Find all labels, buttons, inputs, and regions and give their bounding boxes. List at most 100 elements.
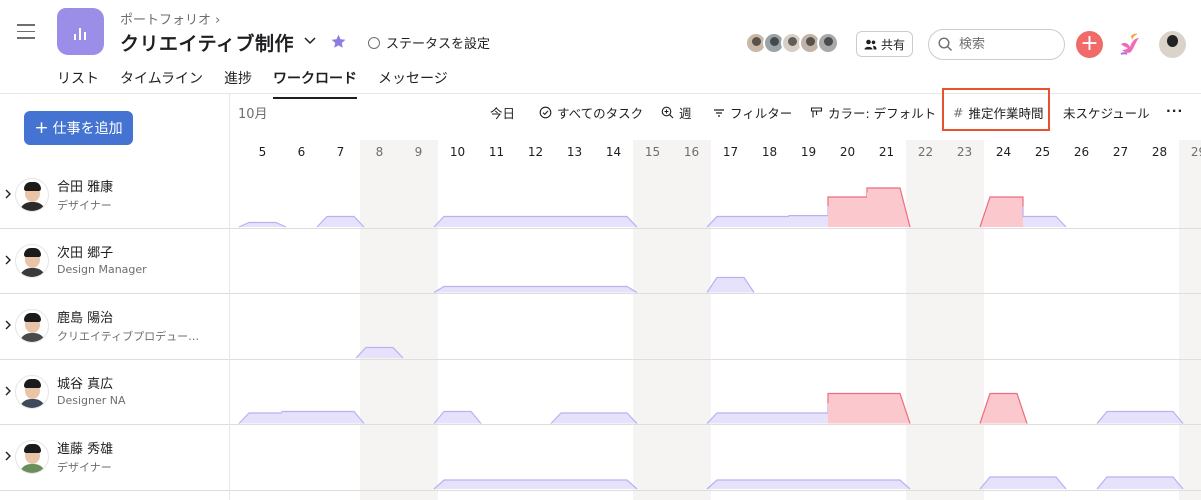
person-role: Design Manager [57,262,147,276]
workload-bar[interactable] [434,286,477,293]
person-row[interactable]: 次田 郷子 Design Manager [0,229,229,294]
workload-bar[interactable] [707,216,750,228]
workload-bar[interactable] [434,480,477,489]
workload-bar[interactable] [321,411,364,424]
person-row[interactable]: 進藤 秀雄 デザイナー [0,425,229,490]
share-button[interactable]: 共有 [856,31,913,57]
breadcrumb[interactable]: ポートフォリオ › [120,9,220,28]
tab-1[interactable]: タイムライン [120,68,203,99]
status-button[interactable]: ステータスを設定 [368,33,490,52]
avatar[interactable] [15,374,49,409]
chevron-right-icon[interactable] [3,318,13,332]
workload-bar[interactable] [980,393,1027,424]
person-name: 城谷 真広 [57,376,114,392]
workload-bar[interactable] [282,411,321,424]
workload-bar[interactable] [750,216,789,227]
search-box[interactable] [928,29,1065,60]
avatar[interactable] [15,178,49,212]
workload-bar[interactable] [594,216,637,228]
workload-bar[interactable] [516,216,555,228]
workload-bar[interactable] [239,412,282,424]
workload-bar[interactable] [789,206,828,227]
workload-bar[interactable] [555,216,594,228]
unscheduled-button[interactable]: 未スケジュール [1063,103,1150,122]
chevron-right-icon[interactable] [3,449,13,463]
user-avatar[interactable] [1159,31,1186,58]
day-label: 11 [488,145,505,159]
workload-bar[interactable] [594,413,637,424]
person-row[interactable]: 合田 雅康 デザイナー [0,163,229,228]
workload-bar[interactable] [555,286,594,293]
workload-bar[interactable] [750,480,789,489]
bird-logo-icon[interactable] [1117,30,1141,58]
workload-bar[interactable] [1140,411,1183,424]
workload-bar[interactable] [477,480,516,489]
workload-bar[interactable] [1097,411,1140,424]
tab-0[interactable]: リスト [57,68,99,99]
day-label: 20 [839,145,856,159]
workload-bar[interactable] [1140,477,1183,489]
page-title: クリエイティブ制作 [120,33,294,55]
workload-bar[interactable] [317,216,364,228]
today-button[interactable]: 今日 [490,103,515,122]
chevron-right-icon[interactable] [3,384,13,398]
avatar[interactable] [15,309,49,343]
workload-bar[interactable] [828,393,867,424]
workload-bar[interactable] [516,286,555,293]
zoom-week-button[interactable]: 週 [661,103,692,122]
color-button[interactable]: カラー: デフォルト [810,103,936,122]
workload-bar[interactable] [434,216,477,228]
workload-bar[interactable] [1097,477,1140,489]
avatar[interactable] [15,243,49,278]
day-label: 9 [414,145,423,159]
workload-bar[interactable] [555,480,594,489]
workload-bar[interactable] [750,413,789,424]
avatar[interactable] [817,32,839,54]
filter-button[interactable]: フィルター [713,103,792,122]
workload-bar[interactable] [980,197,1023,227]
person-row[interactable]: 鹿島 陽治 クリエイティブプロデュー… [0,294,229,359]
workload-bar[interactable] [707,277,754,293]
workload-bar[interactable] [707,480,750,489]
day-label: 18 [761,145,778,159]
add-task-label: 仕事を追加 [52,121,123,137]
star-icon[interactable] [330,33,347,50]
chevron-down-icon[interactable] [303,33,317,47]
member-avatars[interactable] [745,32,839,54]
workload-bar[interactable] [707,413,750,424]
workload-bar[interactable] [867,393,910,424]
workload-bar[interactable] [867,188,910,227]
tab-3[interactable]: ワークロード [273,68,358,99]
tab-4[interactable]: メッセージ [378,68,448,99]
workload-bar[interactable] [356,347,403,359]
chevron-right-icon[interactable] [3,253,13,267]
workload-bar[interactable] [980,477,1023,489]
workload-bar[interactable] [516,480,555,489]
more-options-icon[interactable]: ··· [1166,103,1183,118]
person-role: デザイナー [57,199,112,212]
workload-bar[interactable] [1023,477,1066,489]
day-label: 24 [995,145,1012,159]
day-label: 22 [917,145,934,159]
workload-bar[interactable] [789,480,828,489]
workload-bar[interactable] [828,480,867,489]
workload-bar[interactable] [477,216,516,228]
day-label: 7 [336,145,345,159]
workload-bar[interactable] [594,286,637,293]
workload-bar[interactable] [434,411,481,424]
day-label: 16 [683,145,700,159]
hamburger-menu-icon[interactable] [17,24,35,40]
chevron-right-icon[interactable] [3,187,13,201]
workload-bar[interactable] [594,480,637,489]
workload-bar[interactable] [828,192,867,228]
search-input[interactable] [959,37,1054,52]
day-label: 6 [297,145,306,159]
all-tasks-button[interactable]: すべてのタスク [539,103,643,122]
workload-bar[interactable] [477,286,516,293]
avatar[interactable] [15,440,49,474]
person-row[interactable]: 城谷 真広 Designer NA [0,360,229,425]
workload-bar[interactable] [551,413,594,424]
day-label: 5 [258,145,267,159]
quick-add-button[interactable]: + [1076,31,1103,58]
workload-bar[interactable] [867,480,910,489]
